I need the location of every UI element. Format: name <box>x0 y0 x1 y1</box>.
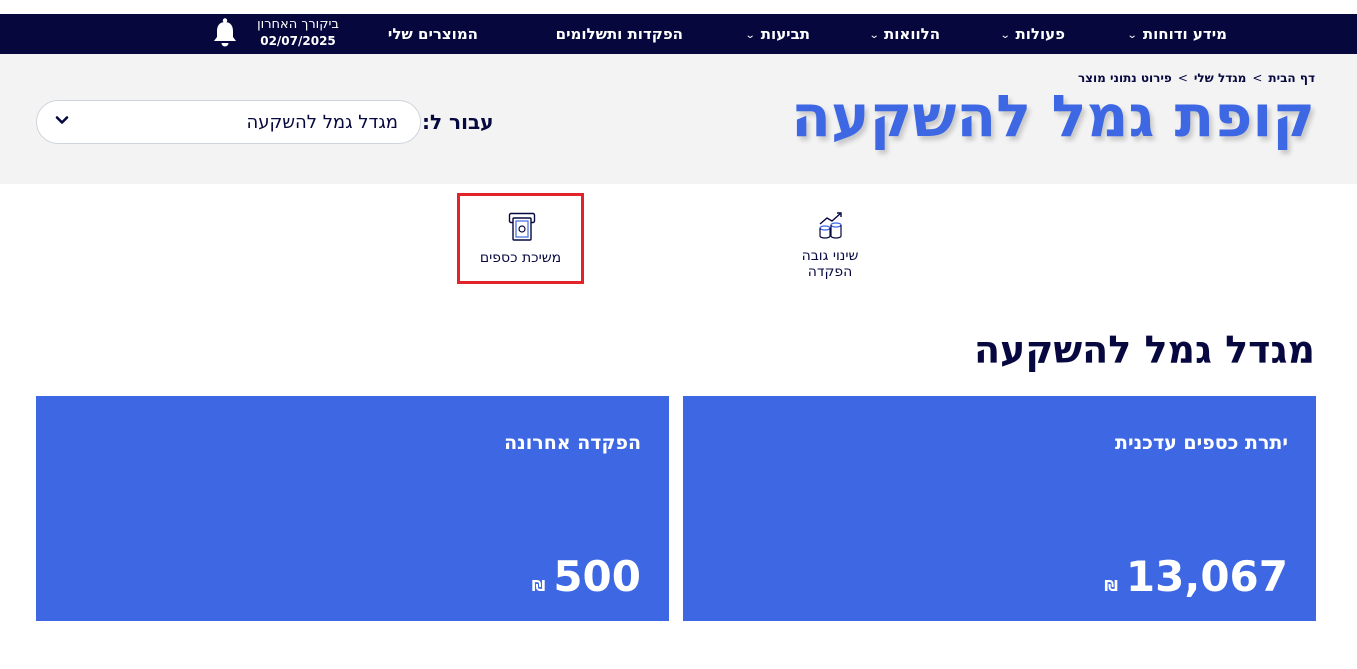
switch-to-label: עבור ל: <box>422 110 494 134</box>
product-select[interactable]: מגדל גמל להשקעה <box>36 100 421 144</box>
chevron-down-icon <box>55 116 69 124</box>
nav-item-loans[interactable]: הלוואות ⌄ <box>868 14 940 54</box>
chevron-down-icon: ⌄ <box>1127 29 1139 41</box>
nav-item-label: פעולות <box>1015 25 1065 43</box>
page-title: קופת גמל להשקעה <box>791 82 1315 150</box>
main-navbar: מידע ודוחות ⌄ פעולות ⌄ הלוואות ⌄ תביעות … <box>0 14 1357 54</box>
withdraw-funds-label: משיכת כספים <box>479 250 562 266</box>
currency-symbol: ₪ <box>1104 577 1118 595</box>
nav-item-deposits-payments[interactable]: הפקדות ותשלומים <box>556 14 683 54</box>
last-deposit-value: 500 <box>553 552 641 601</box>
last-visit-date: 02/07/2025 <box>260 34 336 48</box>
chevron-down-icon: ⌄ <box>868 29 880 41</box>
change-deposit-label-line1: שינוי גובה <box>801 248 859 264</box>
change-deposit-amount-button[interactable]: שינוי גובה הפקדה <box>785 208 875 288</box>
section-title: מגדל גמל להשקעה <box>973 328 1315 372</box>
top-strip <box>0 0 1357 14</box>
chevron-down-icon: ⌄ <box>999 29 1011 41</box>
chevron-down-icon: ⌄ <box>745 29 757 41</box>
current-balance-value: 13,067 <box>1125 552 1288 601</box>
product-select-value: מגדל גמל להשקעה <box>246 112 398 133</box>
last-deposit-title: הפקדה אחרונה <box>504 432 641 454</box>
nav-item-label: הפקדות ותשלומים <box>555 25 683 43</box>
bell-icon[interactable] <box>211 17 239 49</box>
nav-item-label: הלוואות <box>884 25 940 43</box>
nav-item-claims[interactable]: תביעות ⌄ <box>745 14 810 54</box>
nav-item-label: המוצרים שלי <box>387 25 478 43</box>
nav-item-my-products[interactable]: המוצרים שלי <box>388 14 478 54</box>
hero-section: דף הבית > מגדל שלי > פירוט נתוני מוצר קו… <box>0 54 1357 184</box>
withdraw-funds-button[interactable]: משיכת כספים <box>457 193 584 284</box>
nav-item-label: מידע ודוחות <box>1142 25 1227 43</box>
change-deposit-amount-label: שינוי גובה הפקדה <box>785 248 875 280</box>
currency-symbol: ₪ <box>531 577 546 595</box>
last-deposit-amount: 500 ₪ <box>532 552 641 601</box>
last-visit-info: ביקורך האחרון 02/07/2025 <box>250 16 346 50</box>
coins-growth-icon <box>819 212 842 239</box>
last-deposit-card: הפקדה אחרונה 500 ₪ <box>36 396 669 621</box>
current-balance-card: יתרת כספים עדכנית 13,067 ₪ <box>683 396 1316 621</box>
current-balance-title: יתרת כספים עדכנית <box>1115 432 1288 454</box>
nav-item-label: תביעות <box>760 25 810 43</box>
cash-withdraw-icon <box>508 212 536 241</box>
current-balance-amount: 13,067 ₪ <box>1104 552 1288 601</box>
last-visit-label: ביקורך האחרון <box>257 17 339 32</box>
nav-item-info-reports[interactable]: מידע ודוחות ⌄ <box>1127 14 1227 54</box>
nav-item-actions[interactable]: פעולות ⌄ <box>999 14 1065 54</box>
change-deposit-label-line2: הפקדה <box>807 264 853 280</box>
